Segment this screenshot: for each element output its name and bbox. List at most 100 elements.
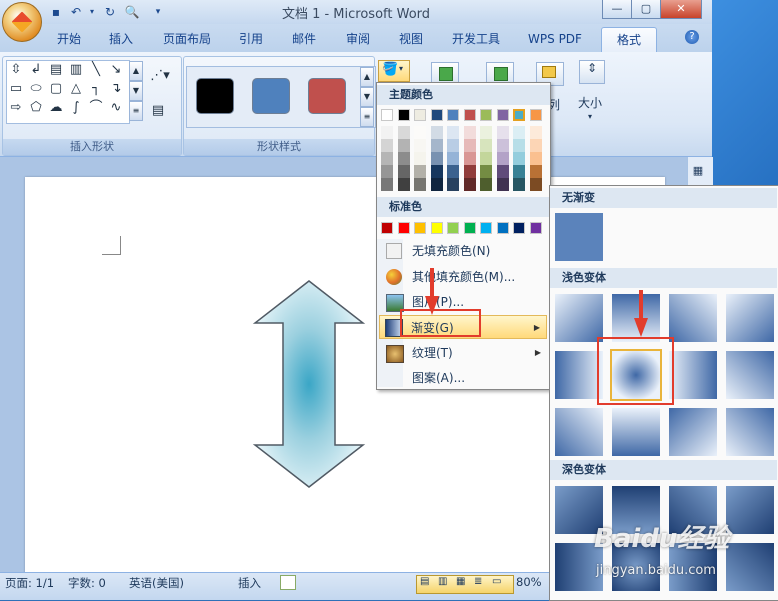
theme-color-shade[interactable] [397, 152, 410, 165]
theme-color-swatch[interactable] [529, 109, 542, 121]
theme-color-shade[interactable] [381, 165, 393, 178]
theme-color-shade[interactable] [397, 165, 410, 178]
theme-color-shade[interactable] [513, 178, 525, 191]
theme-color-shade[interactable] [414, 152, 426, 165]
shape-textbox-icon[interactable]: ▤ [48, 62, 64, 78]
theme-color-shade[interactable] [529, 152, 542, 165]
shape-vertical-textbox-icon[interactable]: ▥ [68, 62, 84, 78]
shape-elbow-connector-icon[interactable]: ┐ [88, 81, 104, 97]
shape-triangle-icon[interactable]: △ [68, 81, 84, 97]
gradient-tile-light[interactable] [726, 351, 774, 399]
theme-color-shade[interactable] [513, 152, 525, 165]
theme-color-shade[interactable] [463, 126, 476, 139]
shape-rectangle-icon[interactable]: ▭ [8, 81, 24, 97]
shape-arrow-line-icon[interactable]: ↘ [108, 62, 124, 78]
theme-color-shade[interactable] [480, 165, 492, 178]
theme-color-shade[interactable] [447, 139, 459, 152]
gradient-tile-dark[interactable] [726, 486, 774, 534]
minimize-button[interactable]: — [602, 0, 632, 19]
theme-color-swatch[interactable] [496, 109, 509, 121]
theme-color-shade[interactable] [430, 126, 443, 139]
theme-color-shade[interactable] [480, 139, 492, 152]
standard-color-swatch[interactable] [513, 222, 525, 234]
edit-shape-icon[interactable]: ⋰▾ [148, 68, 172, 84]
theme-color-shade[interactable] [496, 139, 509, 152]
theme-color-shade[interactable] [447, 152, 459, 165]
tab-references[interactable]: 引用 [232, 30, 270, 50]
theme-color-shade[interactable] [397, 178, 410, 191]
standard-color-swatch[interactable] [447, 222, 459, 234]
theme-color-shade[interactable] [496, 178, 509, 191]
shapes-scroll-down[interactable]: ▼ [129, 81, 143, 101]
help-icon[interactable]: ? [685, 30, 699, 44]
theme-color-shade[interactable] [381, 139, 393, 152]
standard-color-swatch[interactable] [496, 222, 509, 234]
theme-color-shade[interactable] [381, 152, 393, 165]
standard-color-swatch[interactable] [430, 222, 443, 234]
menu-more-fill-colors[interactable]: 其他填充颜色(M)... [379, 265, 547, 289]
standard-color-swatch[interactable] [529, 222, 542, 234]
theme-color-shade[interactable] [430, 178, 443, 191]
theme-color-shade[interactable] [463, 139, 476, 152]
theme-color-shade[interactable] [397, 139, 410, 152]
menu-no-fill[interactable]: 无填充颜色(N) [379, 239, 547, 263]
theme-color-swatch[interactable] [381, 109, 393, 121]
tab-format[interactable]: 格式 [601, 27, 657, 53]
shape-curve-icon[interactable]: ∿ [108, 100, 124, 116]
tab-wps-pdf[interactable]: WPS PDF [523, 30, 587, 50]
status-page[interactable]: 页面: 1/1 [5, 575, 54, 591]
tab-developer[interactable]: 开发工具 [446, 30, 506, 50]
gradient-tile-light[interactable] [669, 351, 717, 399]
theme-color-shade[interactable] [529, 178, 542, 191]
menu-pattern[interactable]: 图案(A)... [379, 366, 547, 390]
standard-color-swatch[interactable] [381, 222, 393, 234]
shape-oval-icon[interactable]: ⬭ [28, 81, 44, 97]
theme-color-shade[interactable] [463, 152, 476, 165]
shape-rounded-rect-icon[interactable]: ▢ [48, 81, 64, 97]
shape-curved-connector-icon[interactable]: ∫ [68, 100, 84, 116]
updown-arrow-shape[interactable] [252, 280, 366, 488]
theme-color-shade[interactable] [447, 165, 459, 178]
shape-fill-button[interactable]: 🪣 ▾ [378, 60, 410, 82]
status-insert-mode[interactable]: 插入 [238, 575, 261, 591]
theme-color-shade[interactable] [430, 139, 443, 152]
theme-color-shade[interactable] [496, 152, 509, 165]
theme-color-swatch[interactable] [430, 109, 443, 121]
tab-home[interactable]: 开始 [50, 30, 88, 50]
text-box-icon[interactable]: ▤ [150, 103, 166, 119]
zoom-level[interactable]: 80% [516, 575, 542, 589]
size-button[interactable]: ⇕ 大小 ▾ [574, 58, 610, 128]
theme-color-shade[interactable] [480, 178, 492, 191]
theme-color-shade[interactable] [463, 178, 476, 191]
shape-elbow-arrow-icon[interactable]: ↴ [108, 81, 124, 97]
tab-insert[interactable]: 插入 [102, 30, 140, 50]
status-language[interactable]: 英语(美国) [129, 575, 184, 591]
draft-view-icon[interactable]: ▭ [492, 576, 506, 590]
theme-color-shade[interactable] [513, 165, 525, 178]
theme-color-shade[interactable] [529, 126, 542, 139]
theme-color-shade[interactable] [447, 178, 459, 191]
tab-view[interactable]: 视图 [392, 30, 430, 50]
shape-right-arrow-icon[interactable]: ⇨ [8, 100, 24, 116]
gradient-tile-light[interactable] [612, 408, 660, 456]
theme-color-shade[interactable] [529, 139, 542, 152]
print-layout-view-icon[interactable]: ▤ [420, 576, 434, 590]
theme-color-shade[interactable] [414, 139, 426, 152]
standard-color-swatch[interactable] [463, 222, 476, 234]
theme-color-shade[interactable] [496, 165, 509, 178]
theme-color-shade[interactable] [480, 152, 492, 165]
theme-color-shade[interactable] [513, 126, 525, 139]
theme-color-swatch[interactable] [447, 109, 459, 121]
gradient-tile-light[interactable] [726, 294, 774, 342]
theme-color-swatch[interactable] [463, 109, 476, 121]
no-gradient-tile[interactable] [555, 213, 603, 261]
theme-color-shade[interactable] [480, 126, 492, 139]
theme-color-shade[interactable] [414, 165, 426, 178]
theme-color-shade[interactable] [381, 126, 393, 139]
theme-color-shade[interactable] [381, 178, 393, 191]
style-swatch-black[interactable] [196, 78, 234, 114]
theme-color-swatch[interactable] [414, 109, 426, 121]
standard-color-swatch[interactable] [414, 222, 426, 234]
shape-updown-arrow-icon[interactable]: ⇳ [8, 62, 24, 78]
theme-color-shade[interactable] [463, 165, 476, 178]
